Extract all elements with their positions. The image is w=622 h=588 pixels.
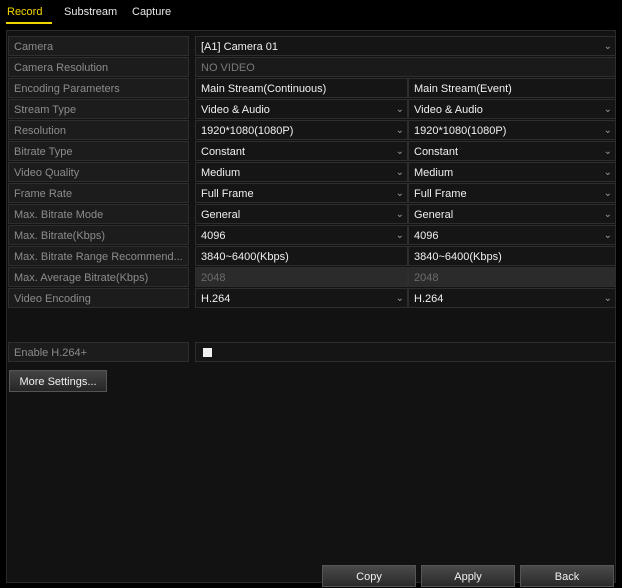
video-quality-label: Video Quality [8, 162, 189, 182]
tab-record[interactable]: Record [7, 6, 42, 18]
max-bitrate-mode-continuous-value: General [201, 209, 241, 221]
video-encoding-event-select[interactable]: H.264 ⌄ [408, 288, 616, 308]
bitrate-range-event-value: 3840~6400(Kbps) [408, 246, 616, 266]
chevron-down-icon: ⌄ [603, 104, 612, 115]
video-quality-event-value: Medium [414, 167, 454, 179]
max-bitrate-mode-event-select[interactable]: General ⌄ [408, 204, 616, 224]
stream-type-event-value: Video & Audio [414, 104, 483, 116]
bitrate-type-continuous-select[interactable]: Constant ⌄ [195, 141, 408, 161]
bitrate-range-continuous-value: 3840~6400(Kbps) [195, 246, 408, 266]
chevron-down-icon: ⌄ [395, 188, 404, 199]
apply-button[interactable]: Apply [421, 565, 515, 587]
frame-rate-event-select[interactable]: Full Frame ⌄ [408, 183, 616, 203]
chevron-down-icon: ⌄ [395, 293, 404, 304]
stream-type-continuous-select[interactable]: Video & Audio ⌄ [195, 99, 408, 119]
video-quality-continuous-value: Medium [201, 167, 241, 179]
camera-select[interactable]: [A1] Camera 01 ⌄ [195, 36, 616, 56]
tab-capture[interactable]: Capture [132, 6, 171, 18]
chevron-down-icon: ⌄ [395, 146, 404, 157]
chevron-down-icon: ⌄ [395, 125, 404, 136]
chevron-down-icon: ⌄ [395, 104, 404, 115]
video-encoding-continuous-select[interactable]: H.264 ⌄ [195, 288, 408, 308]
resolution-event-select[interactable]: 1920*1080(1080P) ⌄ [408, 120, 616, 140]
resolution-continuous-select[interactable]: 1920*1080(1080P) ⌄ [195, 120, 408, 140]
chevron-down-icon: ⌄ [603, 293, 612, 304]
bitrate-type-label: Bitrate Type [8, 141, 189, 161]
video-encoding-event-value: H.264 [414, 293, 444, 305]
enable-h264plus-checkbox[interactable] [203, 348, 212, 357]
chevron-down-icon: ⌄ [603, 209, 612, 220]
max-average-bitrate-continuous-field: 2048 [195, 267, 408, 287]
max-bitrate-label: Max. Bitrate(Kbps) [8, 225, 189, 245]
camera-label: Camera [8, 36, 189, 56]
max-bitrate-mode-label: Max. Bitrate Mode [8, 204, 189, 224]
max-average-bitrate-event-field: 2048 [408, 267, 616, 287]
max-bitrate-mode-continuous-select[interactable]: General ⌄ [195, 204, 408, 224]
frame-rate-continuous-select[interactable]: Full Frame ⌄ [195, 183, 408, 203]
max-bitrate-event-select[interactable]: 4096 ⌄ [408, 225, 616, 245]
video-encoding-label: Video Encoding [8, 288, 189, 308]
main-stream-continuous-header: Main Stream(Continuous) [195, 78, 408, 98]
chevron-down-icon: ⌄ [603, 41, 612, 52]
chevron-down-icon: ⌄ [603, 230, 612, 241]
max-bitrate-continuous-value: 4096 [201, 230, 226, 242]
max-bitrate-event-value: 4096 [414, 230, 439, 242]
frame-rate-label: Frame Rate [8, 183, 189, 203]
back-button[interactable]: Back [520, 565, 614, 587]
bitrate-type-continuous-value: Constant [201, 146, 246, 158]
copy-button[interactable]: Copy [322, 565, 416, 587]
tab-bar: Record Substream Capture [0, 0, 622, 26]
resolution-continuous-value: 1920*1080(1080P) [201, 125, 294, 137]
frame-rate-event-value: Full Frame [414, 188, 467, 200]
stream-type-event-select[interactable]: Video & Audio ⌄ [408, 99, 616, 119]
chevron-down-icon: ⌄ [603, 188, 612, 199]
camera-resolution-label: Camera Resolution [8, 57, 189, 77]
bitrate-type-event-select[interactable]: Constant ⌄ [408, 141, 616, 161]
resolution-event-value: 1920*1080(1080P) [414, 125, 507, 137]
chevron-down-icon: ⌄ [395, 167, 404, 178]
frame-rate-continuous-value: Full Frame [201, 188, 254, 200]
more-settings-button[interactable]: More Settings... [9, 370, 107, 392]
encoding-parameters-label: Encoding Parameters [8, 78, 189, 98]
max-average-bitrate-label: Max. Average Bitrate(Kbps) [8, 267, 189, 287]
enable-h264plus-field [195, 342, 616, 362]
enable-h264plus-label: Enable H.264+ [8, 342, 189, 362]
bitrate-type-event-value: Constant [414, 146, 459, 158]
video-encoding-continuous-value: H.264 [201, 293, 231, 305]
active-tab-indicator [6, 22, 52, 24]
stream-type-label: Stream Type [8, 99, 189, 119]
chevron-down-icon: ⌄ [395, 230, 404, 241]
camera-value: [A1] Camera 01 [201, 41, 279, 53]
max-bitrate-mode-event-value: General [414, 209, 454, 221]
bitrate-range-recommend-label: Max. Bitrate Range Recommend... [8, 246, 189, 266]
stream-type-continuous-value: Video & Audio [201, 104, 270, 116]
chevron-down-icon: ⌄ [395, 209, 404, 220]
chevron-down-icon: ⌄ [603, 167, 612, 178]
resolution-label: Resolution [8, 120, 189, 140]
chevron-down-icon: ⌄ [603, 125, 612, 136]
max-bitrate-continuous-select[interactable]: 4096 ⌄ [195, 225, 408, 245]
camera-resolution-value: NO VIDEO [195, 57, 616, 77]
chevron-down-icon: ⌄ [603, 146, 612, 157]
video-quality-continuous-select[interactable]: Medium ⌄ [195, 162, 408, 182]
video-quality-event-select[interactable]: Medium ⌄ [408, 162, 616, 182]
main-stream-event-header: Main Stream(Event) [408, 78, 616, 98]
tab-substream[interactable]: Substream [64, 6, 117, 18]
